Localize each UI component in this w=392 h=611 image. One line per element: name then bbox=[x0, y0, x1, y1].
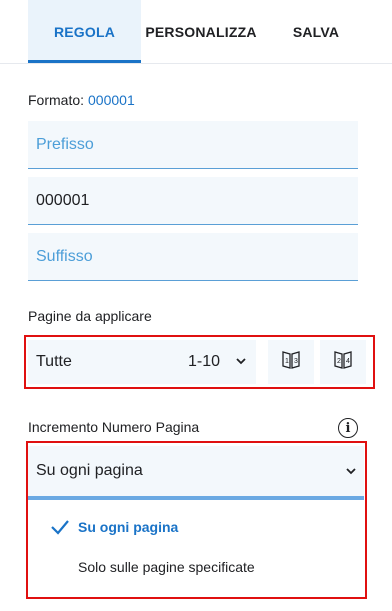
even-pages-icon: 2 4 bbox=[332, 349, 354, 376]
tab-salva[interactable]: SALVA bbox=[274, 0, 358, 63]
tab-label: REGOLA bbox=[53, 23, 116, 40]
svg-text:3: 3 bbox=[294, 358, 298, 365]
svg-text:2: 2 bbox=[337, 358, 341, 365]
tab-bar: REGOLA PERSONALIZZA SALVA bbox=[0, 0, 392, 64]
option-specified-pages[interactable]: Solo sulle pagine specificate bbox=[30, 547, 364, 587]
svg-text:4: 4 bbox=[346, 358, 350, 365]
pages-range: 1-10 bbox=[187, 353, 220, 370]
number-input[interactable]: 000001 bbox=[28, 177, 358, 225]
info-icon[interactable]: i bbox=[338, 418, 358, 438]
checkmark-icon bbox=[50, 519, 70, 538]
chevron-down-icon bbox=[234, 354, 248, 373]
format-label: Formato: bbox=[28, 92, 85, 108]
svg-text:1: 1 bbox=[285, 358, 289, 365]
increment-label: Incremento Numero Pagina bbox=[28, 419, 200, 435]
option-label: Solo sulle pagine specificate bbox=[78, 559, 255, 575]
prefix-input[interactable]: Prefisso bbox=[28, 121, 358, 169]
tab-label: SALVA bbox=[292, 23, 340, 40]
increment-selected: Su ogni pagina bbox=[36, 462, 143, 479]
increment-select[interactable]: Su ogni pagina bbox=[28, 446, 364, 500]
odd-pages-button[interactable]: 1 3 bbox=[268, 340, 314, 384]
odd-pages-icon: 1 3 bbox=[280, 349, 302, 376]
pages-label: Pagine da applicare bbox=[28, 308, 152, 324]
tab-regola[interactable]: REGOLA bbox=[28, 0, 141, 63]
format-line: Formato: 000001 bbox=[28, 92, 135, 108]
chevron-down-icon bbox=[344, 464, 358, 483]
suffix-input[interactable]: Suffisso bbox=[28, 233, 358, 281]
even-pages-button[interactable]: 2 4 bbox=[320, 340, 366, 384]
option-label: Su ogni pagina bbox=[78, 519, 179, 535]
option-every-page[interactable]: Su ogni pagina bbox=[30, 507, 364, 547]
tab-label: PERSONALIZZA bbox=[145, 23, 257, 40]
increment-dropdown-menu: Su ogni pagina Solo sulle pagine specifi… bbox=[30, 500, 364, 596]
tab-personalizza[interactable]: PERSONALIZZA bbox=[141, 0, 261, 63]
format-value: 000001 bbox=[88, 92, 135, 108]
pages-selected: Tutte bbox=[36, 353, 72, 370]
pages-select[interactable]: Tutte 1-10 bbox=[28, 340, 256, 384]
